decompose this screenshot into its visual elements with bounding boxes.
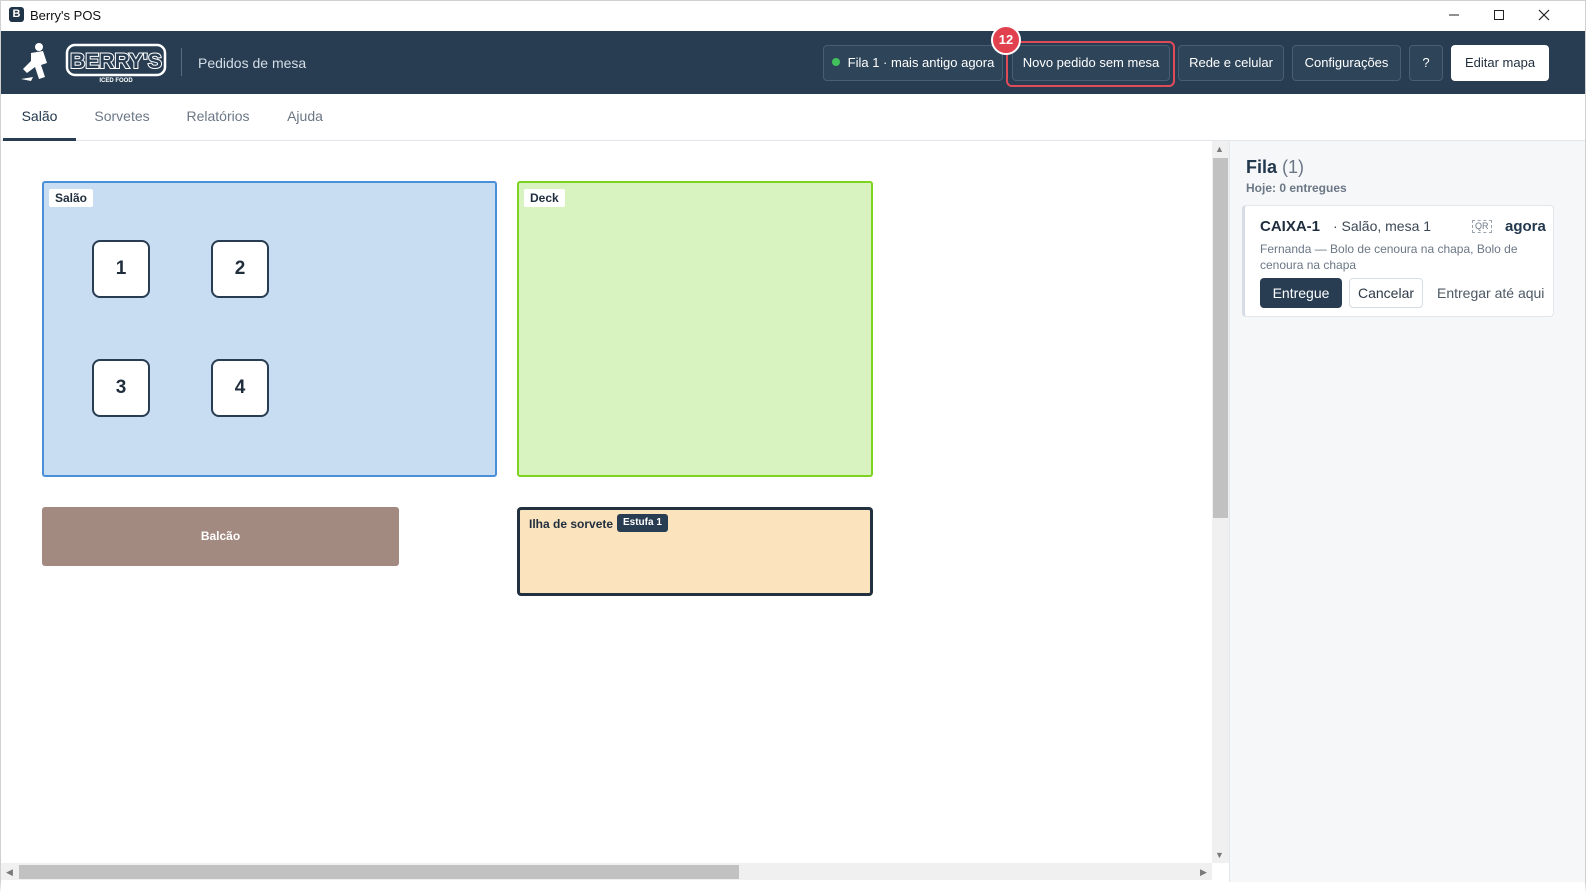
zone-salao-label: Salão: [49, 189, 94, 207]
table-1[interactable]: 1: [92, 240, 150, 298]
network-button[interactable]: Rede e celular: [1178, 45, 1284, 81]
estufa-tag[interactable]: Estufa 1: [617, 514, 668, 532]
scroll-right-icon[interactable]: ▶: [1200, 867, 1207, 878]
queue-title: Fila (1): [1246, 157, 1304, 178]
logo-text: BERRY'S: [70, 50, 162, 73]
edit-map-button[interactable]: Editar mapa: [1451, 45, 1549, 81]
status-dot-icon: [831, 58, 840, 66]
scroll-up-icon[interactable]: ▲: [1215, 144, 1224, 154]
qr-icon: QR: [1472, 220, 1492, 233]
order-location: · Salão, mesa 1: [1333, 218, 1432, 234]
berrys-logo: BERRY'S ICED FOOD: [17, 39, 167, 85]
minimize-icon: [1448, 14, 1459, 16]
queue-status-button[interactable]: Fila 1 · mais antigo agora: [823, 45, 1003, 81]
tab-sorvetes[interactable]: Sorvetes: [89, 94, 155, 138]
zone-ilha-label: Ilha de sorvete: [529, 517, 614, 531]
order-description: Fernanda — Bolo de cenoura na chapa, Bol…: [1260, 242, 1518, 272]
settings-button[interactable]: Configurações: [1292, 45, 1401, 81]
page-title: Pedidos de mesa: [198, 55, 307, 71]
minimize-button[interactable]: [1431, 0, 1476, 31]
tab-salao[interactable]: Salão: [3, 94, 76, 141]
app-header: BERRY'S ICED FOOD Pedidos de mesa Fila 1…: [1, 31, 1585, 94]
order-card[interactable]: CAIXA-1 · Salão, mesa 1 QR agora Fernand…: [1242, 205, 1554, 317]
deliver-until-here-button[interactable]: Entregar até aqui: [1437, 278, 1544, 308]
scroll-down-icon[interactable]: ▼: [1215, 850, 1224, 860]
table-2[interactable]: 2: [211, 240, 269, 298]
order-id: CAIXA-1: [1260, 218, 1321, 235]
cancel-button[interactable]: Cancelar: [1349, 278, 1423, 308]
queue-title-text: Fila: [1246, 157, 1278, 177]
new-order-highlight: [1006, 41, 1175, 87]
close-icon: [1538, 9, 1549, 21]
zone-salao[interactable]: Salão: [42, 181, 497, 477]
horizontal-scroll-thumb[interactable]: [19, 865, 739, 879]
app-icon: B: [9, 7, 24, 22]
vertical-scroll-thumb[interactable]: [1213, 158, 1228, 518]
queue-count: (1): [1282, 157, 1305, 177]
queue-subtitle: Hoje: 0 entregues: [1246, 181, 1347, 195]
notification-badge: 12: [991, 25, 1021, 55]
deliver-button[interactable]: Entregue: [1260, 278, 1342, 308]
close-button[interactable]: [1521, 0, 1566, 31]
table-4[interactable]: 4: [211, 359, 269, 417]
queue-panel: Fila (1) Hoje: 0 entregues CAIXA-1 · Sal…: [1229, 141, 1586, 882]
scroll-left-icon[interactable]: ◀: [6, 867, 13, 878]
queue-status-label: Fila 1 · mais antigo agora: [847, 55, 995, 70]
window-title: Berry's POS: [30, 8, 102, 23]
tab-relatorios[interactable]: Relatórios: [181, 94, 255, 138]
settings-label: Configurações: [1304, 55, 1389, 70]
zone-deck[interactable]: Deck: [517, 181, 873, 477]
table-3[interactable]: 3: [92, 359, 150, 417]
network-label: Rede e celular: [1189, 55, 1273, 70]
help-label: ?: [1422, 55, 1430, 70]
help-button[interactable]: ?: [1409, 45, 1443, 81]
logo-subtext: ICED FOOD: [99, 78, 133, 84]
maximize-button[interactable]: [1476, 0, 1521, 31]
main-tabs: Salão Sorvetes Relatórios Ajuda: [1, 94, 1585, 141]
zone-deck-label: Deck: [524, 189, 565, 207]
order-time: agora: [1505, 218, 1546, 235]
maximize-icon: [1493, 10, 1504, 20]
zone-ilha-sorvete[interactable]: Ilha de sorvete: [517, 507, 873, 596]
header-divider: [181, 48, 182, 76]
tab-ajuda[interactable]: Ajuda: [282, 94, 328, 138]
window-titlebar: B Berry's POS: [0, 0, 1586, 32]
zone-balcao[interactable]: Balcão: [42, 507, 399, 566]
